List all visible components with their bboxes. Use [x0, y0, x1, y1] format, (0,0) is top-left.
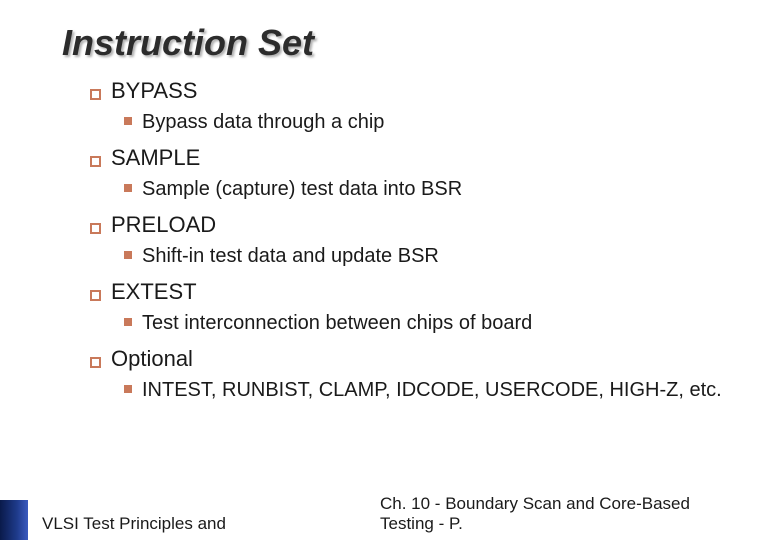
detail-text: INTEST, RUNBIST, CLAMP, IDCODE, USERCODE…: [142, 378, 722, 403]
hollow-square-icon: [90, 357, 101, 368]
detail-bypass: Bypass data through a chip: [124, 110, 740, 135]
detail-extest: Test interconnection between chips of bo…: [124, 311, 740, 336]
slide-title: Instruction Set: [62, 22, 740, 64]
section-label: BYPASS: [111, 78, 197, 104]
section-extest: EXTEST: [90, 279, 740, 305]
detail-text: Bypass data through a chip: [142, 110, 384, 135]
footer-right-line2: Testing - P.: [380, 514, 760, 534]
hollow-square-icon: [90, 290, 101, 301]
detail-sample: Sample (capture) test data into BSR: [124, 177, 740, 202]
footer-right-line1: Ch. 10 - Boundary Scan and Core-Based: [380, 494, 760, 514]
footer-right: Ch. 10 - Boundary Scan and Core-Based Te…: [380, 494, 760, 534]
hollow-square-icon: [90, 156, 101, 167]
detail-text: Sample (capture) test data into BSR: [142, 177, 462, 202]
solid-square-icon: [124, 251, 132, 259]
footer-left: VLSI Test Principles and: [42, 514, 226, 534]
section-optional: Optional: [90, 346, 740, 372]
detail-optional: INTEST, RUNBIST, CLAMP, IDCODE, USERCODE…: [124, 378, 740, 403]
detail-preload: Shift-in test data and update BSR: [124, 244, 740, 269]
solid-square-icon: [124, 385, 132, 393]
section-label: EXTEST: [111, 279, 197, 305]
section-sample: SAMPLE: [90, 145, 740, 171]
section-bypass: BYPASS: [90, 78, 740, 104]
sidebar-accent: [0, 500, 28, 540]
solid-square-icon: [124, 318, 132, 326]
section-label: Optional: [111, 346, 193, 372]
solid-square-icon: [124, 117, 132, 125]
hollow-square-icon: [90, 89, 101, 100]
solid-square-icon: [124, 184, 132, 192]
hollow-square-icon: [90, 223, 101, 234]
detail-text: Shift-in test data and update BSR: [142, 244, 439, 269]
detail-text: Test interconnection between chips of bo…: [142, 311, 532, 336]
section-label: SAMPLE: [111, 145, 200, 171]
section-label: PRELOAD: [111, 212, 216, 238]
section-preload: PRELOAD: [90, 212, 740, 238]
slide: Instruction Set BYPASS Bypass data throu…: [0, 0, 780, 540]
